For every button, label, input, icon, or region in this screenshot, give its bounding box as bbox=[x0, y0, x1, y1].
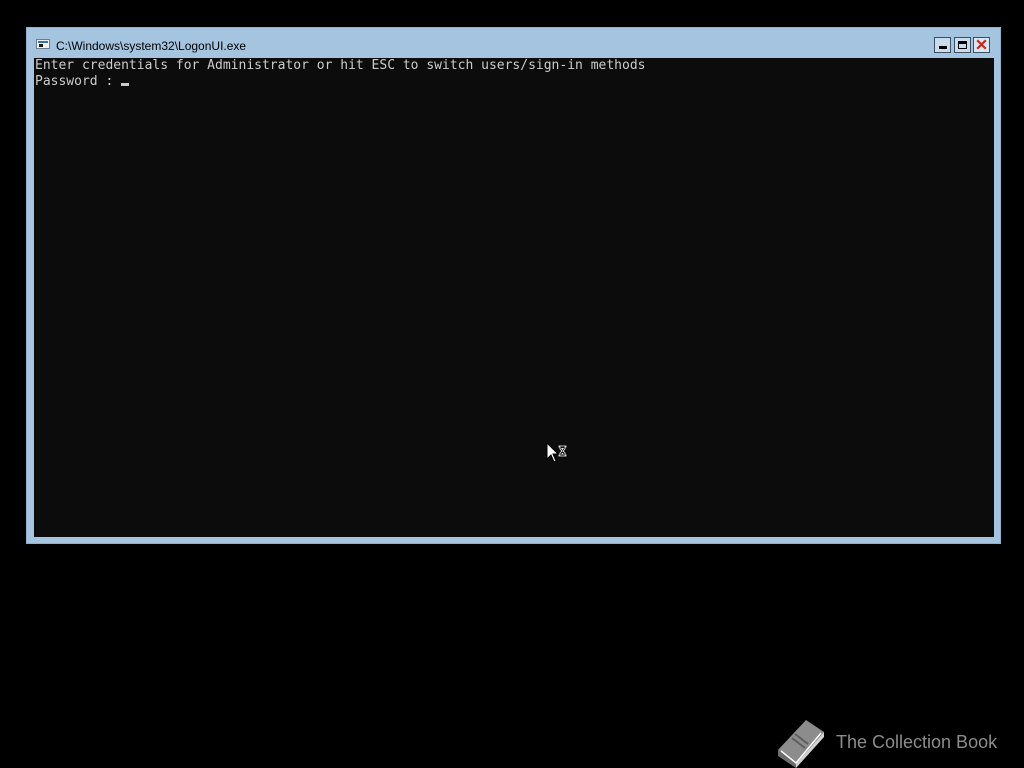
close-icon bbox=[976, 39, 987, 50]
minimize-icon bbox=[939, 46, 947, 49]
close-button[interactable] bbox=[973, 37, 990, 53]
password-prompt-line[interactable]: Password : bbox=[35, 74, 130, 90]
console-window-icon[interactable] bbox=[36, 39, 50, 49]
maximize-button[interactable] bbox=[954, 37, 971, 53]
window-titlebar[interactable]: C:\Windows\system32\LogonUI.exe bbox=[27, 28, 1000, 58]
password-label: Password : bbox=[35, 74, 122, 89]
credentials-prompt: Enter credentials for Administrator or h… bbox=[35, 58, 646, 73]
window-title: C:\Windows\system32\LogonUI.exe bbox=[56, 39, 247, 53]
watermark-text: The Collection Book bbox=[836, 732, 998, 752]
console-output-area[interactable]: Enter credentials for Administrator or h… bbox=[34, 58, 994, 537]
busy-pointer-icon bbox=[546, 442, 567, 463]
logonui-console-window: C:\Windows\system32\LogonUI.exe Enter cr… bbox=[26, 27, 1001, 544]
book-icon bbox=[778, 720, 824, 768]
minimize-button[interactable] bbox=[934, 37, 951, 53]
watermark: The Collection Book bbox=[772, 718, 1012, 768]
text-cursor bbox=[121, 83, 130, 86]
maximize-icon bbox=[958, 41, 967, 49]
